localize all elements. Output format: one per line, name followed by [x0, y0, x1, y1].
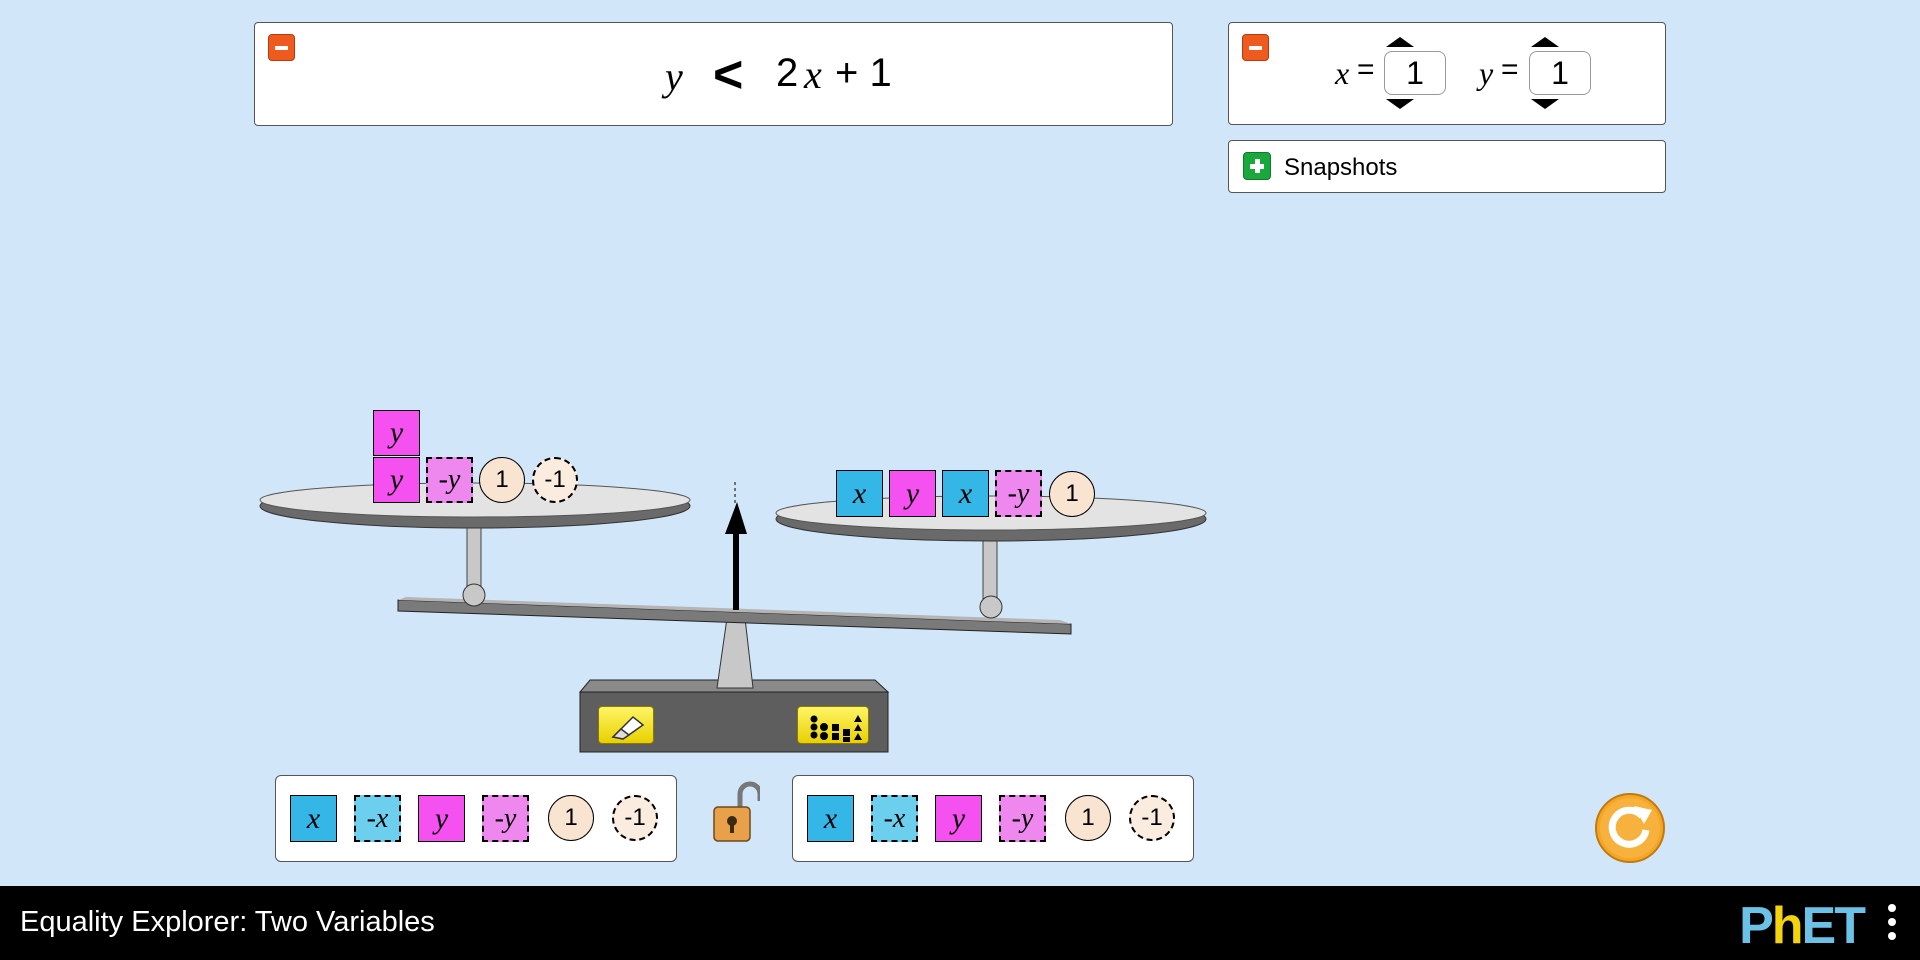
reset-all-button[interactable] — [1594, 792, 1666, 864]
organize-icon — [810, 715, 862, 742]
x-increment-arrow-icon[interactable] — [1386, 37, 1414, 47]
left-toolbox-negone-tile[interactable]: -1 — [612, 795, 658, 841]
x-equals-sign: = — [1357, 53, 1375, 86]
y-variable-label: y — [1479, 55, 1494, 91]
right-toolbox-x-tile[interactable]: x — [807, 795, 854, 842]
phet-logo[interactable]: PhET — [1739, 896, 1866, 956]
left-toolbox-y-tile[interactable]: y — [418, 795, 465, 842]
y-value-spinner[interactable]: 1 — [1529, 51, 1591, 95]
equation-rhs-rest: + 1 — [835, 51, 892, 95]
scale-base-top — [578, 679, 890, 693]
right-plate-tile[interactable]: x — [836, 470, 883, 517]
right-toolbox-negy-tile[interactable]: -y — [999, 795, 1046, 842]
organize-button[interactable] — [797, 706, 869, 744]
x-variable-label: x — [1335, 55, 1350, 91]
equation-relation: < — [713, 46, 744, 104]
right-toolbox-y-tile[interactable]: y — [935, 795, 982, 842]
snapshots-panel: Snapshots — [1228, 140, 1666, 193]
scale-beam — [397, 599, 1072, 635]
scale-fulcrum — [716, 617, 754, 689]
clear-scale-button[interactable] — [598, 706, 654, 744]
left-pivot — [462, 583, 486, 607]
left-pan-post — [466, 524, 482, 596]
equation-display: y < 2 x + 1 — [255, 23, 1172, 127]
left-plate-tile[interactable]: y — [373, 410, 420, 456]
equation-rhs-coefficient: 2 — [776, 51, 799, 95]
balance-indicator-arrow-icon — [725, 502, 747, 610]
left-toolbox: x -x y -y 1 -1 — [275, 775, 677, 862]
sim-title: Equality Explorer: Two Variables — [20, 906, 435, 938]
y-increment-arrow-icon[interactable] — [1531, 37, 1559, 47]
lock-icon[interactable] — [710, 777, 760, 847]
right-pan-post — [982, 537, 998, 609]
left-toolbox-negx-tile[interactable]: -x — [354, 795, 401, 842]
right-pivot — [979, 595, 1003, 619]
left-plate-tile[interactable]: -1 — [532, 457, 578, 503]
variables-collapse-button[interactable] — [1242, 34, 1269, 61]
right-toolbox-one-tile[interactable]: 1 — [1065, 795, 1111, 841]
left-plate — [259, 482, 691, 518]
equation-rhs-variable: x — [804, 52, 822, 97]
right-plate-tile[interactable]: 1 — [1049, 471, 1095, 517]
equation-lhs: y — [665, 54, 683, 99]
equation-panel: y < 2 x + 1 — [254, 22, 1173, 126]
left-plate-tile[interactable]: y — [373, 457, 420, 503]
right-toolbox: x -x y -y 1 -1 — [792, 775, 1194, 862]
snapshots-label[interactable]: Snapshots — [1284, 154, 1397, 182]
x-value-spinner[interactable]: 1 — [1384, 51, 1446, 95]
kebab-menu-icon[interactable] — [1888, 904, 1896, 946]
right-plate-tile[interactable]: y — [889, 470, 936, 517]
left-plate-rim — [259, 483, 691, 529]
left-toolbox-one-tile[interactable]: 1 — [548, 795, 594, 841]
snapshots-expand-button[interactable] — [1243, 152, 1271, 180]
right-toolbox-negx-tile[interactable]: -x — [871, 795, 918, 842]
left-toolbox-x-tile[interactable]: x — [290, 795, 337, 842]
left-toolbox-negy-tile[interactable]: -y — [482, 795, 529, 842]
left-plate-tile[interactable]: 1 — [479, 457, 525, 503]
y-equals-sign: = — [1501, 53, 1519, 86]
right-plate-tile[interactable]: -y — [995, 470, 1042, 517]
x-decrement-arrow-icon[interactable] — [1386, 99, 1414, 109]
right-plate-tile[interactable]: x — [942, 470, 989, 517]
left-plate-tile[interactable]: -y — [426, 457, 473, 503]
variables-panel: x = 1 y = 1 — [1228, 22, 1666, 125]
y-decrement-arrow-icon[interactable] — [1531, 99, 1559, 109]
right-toolbox-negone-tile[interactable]: -1 — [1129, 795, 1175, 841]
navigation-bar: Equality Explorer: Two Variables PhET — [0, 886, 1920, 960]
eraser-icon — [611, 715, 645, 740]
